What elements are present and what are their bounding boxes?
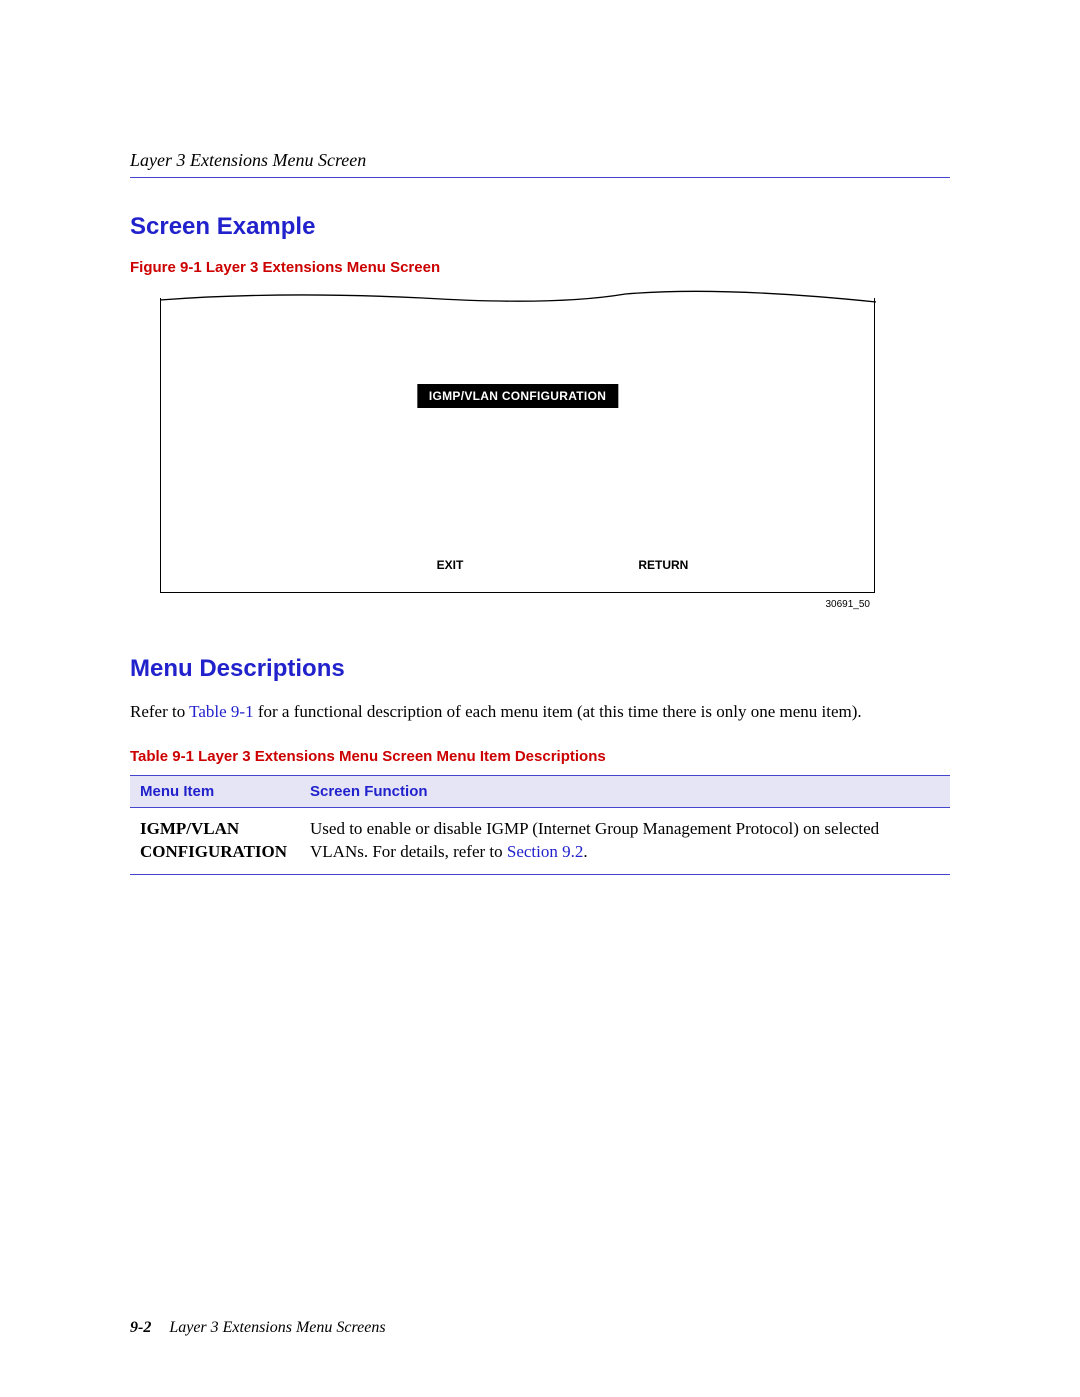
page-footer: 9-2 Layer 3 Extensions Menu Screens (130, 1319, 386, 1337)
desc-text-pre: Used to enable or disable IGMP (Internet… (310, 819, 879, 861)
intro-text-pre: Refer to (130, 702, 189, 721)
figure-id: 30691_50 (160, 599, 875, 610)
exit-button[interactable]: EXIT (437, 558, 464, 572)
figure-container: IGMP/VLAN CONFIGURATION EXIT RETURN 3069… (160, 298, 875, 610)
menu-descriptions-table: Menu Item Screen Function IGMP/VLAN CONF… (130, 775, 950, 875)
section-ref-link[interactable]: Section 9.2 (507, 842, 584, 861)
menu-item-igmp-vlan[interactable]: IGMP/VLAN CONFIGURATION (417, 384, 618, 408)
cell-screen-function: Used to enable or disable IGMP (Internet… (300, 808, 950, 875)
table-header-row: Menu Item Screen Function (130, 776, 950, 808)
page-header: Layer 3 Extensions Menu Screen (130, 150, 950, 178)
page-number: 9-2 (130, 1319, 151, 1336)
cell-menu-item: IGMP/VLAN CONFIGURATION (130, 808, 300, 875)
col-header-screen-function: Screen Function (300, 776, 950, 808)
wavy-top-edge (160, 288, 876, 308)
document-page: Layer 3 Extensions Menu Screen Screen Ex… (0, 0, 1080, 1397)
table-ref-link[interactable]: Table 9-1 (189, 702, 253, 721)
intro-text-post: for a functional description of each men… (254, 702, 862, 721)
desc-text-post: . (583, 842, 587, 861)
figure-caption: Figure 9-1 Layer 3 Extensions Menu Scree… (130, 259, 950, 276)
table-row: IGMP/VLAN CONFIGURATION Used to enable o… (130, 808, 950, 875)
section-heading-screen-example: Screen Example (130, 213, 950, 241)
table-caption: Table 9-1 Layer 3 Extensions Menu Screen… (130, 748, 950, 765)
bottom-button-row: EXIT RETURN (161, 558, 874, 572)
intro-paragraph: Refer to Table 9-1 for a functional desc… (130, 701, 950, 723)
col-header-menu-item: Menu Item (130, 776, 300, 808)
running-head: Layer 3 Extensions Menu Screen (130, 150, 950, 171)
terminal-screen: IGMP/VLAN CONFIGURATION EXIT RETURN (160, 298, 875, 593)
section-heading-menu-descriptions: Menu Descriptions (130, 655, 950, 683)
footer-title: Layer 3 Extensions Menu Screens (169, 1319, 385, 1336)
return-button[interactable]: RETURN (638, 558, 688, 572)
